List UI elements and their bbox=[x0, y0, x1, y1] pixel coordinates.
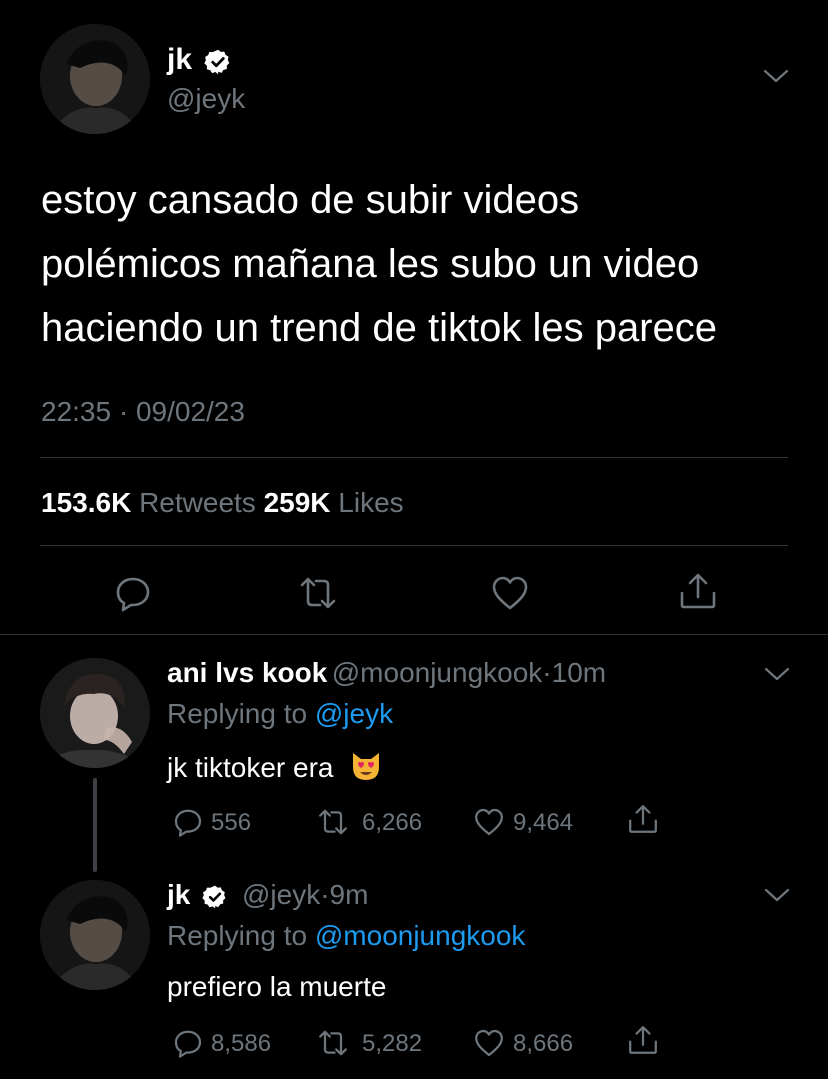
avatar[interactable] bbox=[40, 24, 150, 134]
like-count: 9,464 bbox=[513, 809, 574, 836]
chevron-down-icon[interactable] bbox=[763, 887, 791, 905]
replying-to-label: Replying to bbox=[167, 698, 315, 729]
verified-icon bbox=[204, 49, 230, 75]
share-icon[interactable] bbox=[627, 803, 659, 835]
tweet-timestamp[interactable]: 22:35 · 09/02/23 bbox=[41, 392, 245, 432]
chevron-down-icon[interactable] bbox=[763, 666, 791, 684]
reply-icon[interactable] bbox=[172, 806, 204, 838]
like-icon[interactable] bbox=[473, 806, 505, 838]
verified-icon bbox=[202, 885, 226, 909]
retweet-count: 5,282 bbox=[362, 1030, 423, 1057]
heart-eyes-cat-emoji bbox=[353, 753, 380, 780]
reply-time[interactable]: 9m bbox=[330, 879, 369, 910]
engagement-stats: 153.6K Retweets 259K Likes bbox=[41, 483, 404, 523]
replying-to: Replying to @jeyk bbox=[167, 697, 393, 731]
retweet-icon[interactable] bbox=[317, 806, 349, 838]
share-icon[interactable] bbox=[678, 571, 718, 611]
retweets-count: 153.6K bbox=[41, 487, 132, 518]
tweet-text-line: estoy cansado de subir videos bbox=[41, 178, 580, 222]
like-icon[interactable] bbox=[490, 573, 530, 613]
reply-text: jk tiktoker era bbox=[167, 749, 383, 785]
reply-author-handle[interactable]: @moonjungkook bbox=[332, 657, 543, 688]
avatar[interactable] bbox=[40, 658, 150, 768]
replying-to-label: Replying to bbox=[167, 920, 315, 951]
author-handle[interactable]: @jeyk bbox=[167, 82, 245, 116]
reply-author-handle[interactable]: @jeyk bbox=[242, 879, 320, 910]
share-icon[interactable] bbox=[627, 1024, 659, 1056]
replying-to-link[interactable]: @jeyk bbox=[315, 698, 393, 729]
retweet-icon[interactable] bbox=[317, 1027, 349, 1059]
reply-author-name[interactable]: jk bbox=[167, 879, 190, 910]
reply-count: 556 bbox=[211, 809, 252, 836]
retweet-count: 6,266 bbox=[362, 809, 423, 836]
like-count: 8,666 bbox=[513, 1030, 574, 1057]
like-icon[interactable] bbox=[473, 1027, 505, 1059]
reply-header: jk bbox=[167, 878, 190, 912]
divider bbox=[40, 457, 788, 458]
retweets-stat[interactable]: 153.6K Retweets bbox=[41, 487, 264, 518]
likes-count: 259K bbox=[263, 487, 331, 518]
likes-stat[interactable]: 259K Likes bbox=[264, 487, 404, 518]
retweet-icon[interactable] bbox=[298, 573, 338, 613]
replying-to: Replying to @moonjungkook bbox=[167, 919, 525, 953]
avatar[interactable] bbox=[40, 880, 150, 990]
replying-to-link[interactable]: @moonjungkook bbox=[315, 920, 526, 951]
reply-text-content: jk tiktoker era bbox=[167, 752, 334, 783]
chevron-down-icon[interactable] bbox=[762, 68, 790, 86]
reply-time[interactable]: 10m bbox=[552, 657, 606, 688]
tweet-text-line: haciendo un trend de tiktok les parece bbox=[41, 306, 717, 350]
author-name[interactable]: jk bbox=[167, 42, 192, 78]
reply-count: 8,586 bbox=[211, 1030, 272, 1057]
separator-dot: · bbox=[320, 879, 330, 910]
divider bbox=[40, 545, 788, 546]
retweets-label: Retweets bbox=[139, 487, 256, 518]
reply-header: ani lvs kook @moonjungkook·10m bbox=[167, 656, 606, 690]
reply-author-name[interactable]: ani lvs kook bbox=[167, 657, 327, 688]
reply-meta: @jeyk·9m bbox=[242, 878, 368, 912]
reply-icon[interactable] bbox=[172, 1027, 204, 1059]
divider bbox=[0, 634, 828, 635]
tweet-text: estoy cansado de subir videos polémicos … bbox=[41, 168, 801, 360]
reply-text: prefiero la muerte bbox=[167, 971, 387, 1002]
thread-connector bbox=[93, 778, 97, 872]
reply-icon[interactable] bbox=[113, 573, 153, 613]
tweet-text-line: polémicos mañana les subo un video bbox=[41, 242, 700, 286]
likes-label: Likes bbox=[338, 487, 404, 518]
separator-dot: · bbox=[542, 657, 552, 688]
